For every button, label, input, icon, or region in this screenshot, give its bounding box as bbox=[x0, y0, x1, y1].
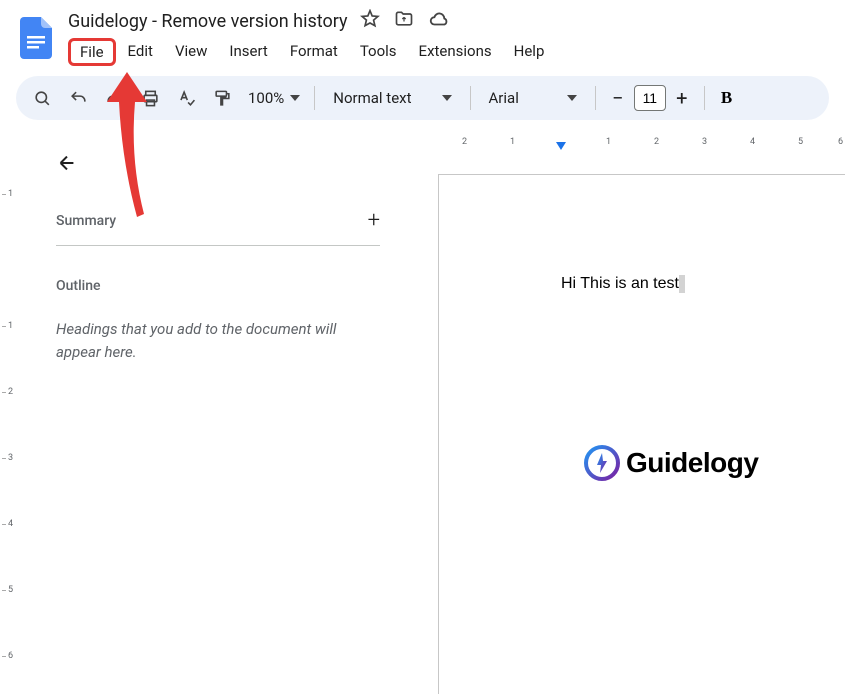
document-body-text[interactable]: Hi This is an test bbox=[561, 275, 685, 293]
undo-icon[interactable] bbox=[62, 82, 94, 114]
separator bbox=[314, 86, 315, 110]
star-icon[interactable] bbox=[360, 9, 380, 33]
search-icon[interactable] bbox=[26, 82, 58, 114]
watermark-text: Guidelogy bbox=[626, 447, 758, 479]
menu-help[interactable]: Help bbox=[504, 38, 555, 66]
fontsize-input[interactable] bbox=[634, 85, 666, 111]
menu-format[interactable]: Format bbox=[280, 38, 348, 66]
horizontal-ruler: 2 1 1 2 3 4 5 6 bbox=[440, 134, 845, 154]
separator bbox=[470, 86, 471, 110]
menu-tools[interactable]: Tools bbox=[350, 38, 407, 66]
summary-heading: Summary bbox=[56, 213, 116, 229]
ruler-tick: 3 bbox=[8, 453, 13, 463]
outline-placeholder-text: Headings that you add to the document wi… bbox=[56, 318, 380, 363]
zoom-value: 100% bbox=[248, 89, 284, 107]
ruler-tick: 2 bbox=[8, 387, 13, 397]
ruler-tick: 1 bbox=[8, 321, 13, 331]
watermark: Guidelogy bbox=[584, 445, 758, 481]
spellcheck-icon[interactable] bbox=[170, 82, 202, 114]
ruler-tick: 6 bbox=[8, 651, 13, 661]
style-value: Normal text bbox=[333, 89, 411, 107]
guidelogy-logo-icon bbox=[584, 445, 620, 481]
font-select[interactable]: Arial bbox=[479, 89, 587, 107]
toolbar: 100% Normal text Arial − + B bbox=[16, 76, 829, 120]
paint-format-icon[interactable] bbox=[206, 82, 238, 114]
bold-button[interactable]: B bbox=[713, 88, 740, 108]
fontsize-increase[interactable]: + bbox=[668, 84, 696, 112]
menubar: File Edit View Insert Format Tools Exten… bbox=[68, 38, 829, 66]
ruler-tick: 4 bbox=[750, 137, 755, 147]
menu-extensions[interactable]: Extensions bbox=[409, 38, 502, 66]
separator bbox=[595, 86, 596, 110]
ruler-tick: 5 bbox=[8, 585, 13, 595]
move-folder-icon[interactable] bbox=[394, 9, 414, 33]
outline-sidebar: Summary + Outline Headings that you add … bbox=[20, 134, 420, 694]
ruler-tick: 1 bbox=[8, 189, 13, 199]
print-icon[interactable] bbox=[134, 82, 166, 114]
font-value: Arial bbox=[489, 89, 519, 107]
ruler-tick: 6 bbox=[838, 137, 843, 147]
document-page[interactable]: Hi This is an test Guidelogy bbox=[438, 174, 845, 694]
ruler-tick: 1 bbox=[510, 137, 515, 147]
zoom-select[interactable]: 100% bbox=[242, 89, 306, 107]
menu-insert[interactable]: Insert bbox=[219, 38, 277, 66]
menu-view[interactable]: View bbox=[165, 38, 217, 66]
ruler-tick: 4 bbox=[8, 519, 13, 529]
cloud-status-icon[interactable] bbox=[428, 8, 450, 34]
separator bbox=[704, 86, 705, 110]
back-arrow-icon[interactable] bbox=[56, 152, 380, 180]
fontsize-decrease[interactable]: − bbox=[604, 84, 632, 112]
divider bbox=[56, 245, 380, 246]
menu-edit[interactable]: Edit bbox=[118, 38, 163, 66]
outline-heading: Outline bbox=[56, 278, 380, 294]
ruler-tick: 5 bbox=[798, 137, 803, 147]
indent-marker-icon[interactable] bbox=[556, 142, 566, 150]
vertical-ruler: 1 1 2 3 4 5 6 bbox=[0, 134, 20, 694]
add-summary-icon[interactable]: + bbox=[368, 208, 380, 233]
paragraph-style-select[interactable]: Normal text bbox=[323, 89, 461, 107]
ruler-tick: 1 bbox=[606, 137, 611, 147]
redo-icon[interactable] bbox=[98, 82, 130, 114]
text-cursor bbox=[679, 275, 685, 293]
docs-app-icon[interactable] bbox=[16, 8, 56, 62]
ruler-tick: 2 bbox=[462, 137, 467, 147]
document-title[interactable]: Guidelogy - Remove version history bbox=[68, 9, 348, 34]
menu-file[interactable]: File bbox=[68, 38, 116, 66]
ruler-tick: 3 bbox=[702, 137, 707, 147]
ruler-tick: 2 bbox=[654, 137, 659, 147]
